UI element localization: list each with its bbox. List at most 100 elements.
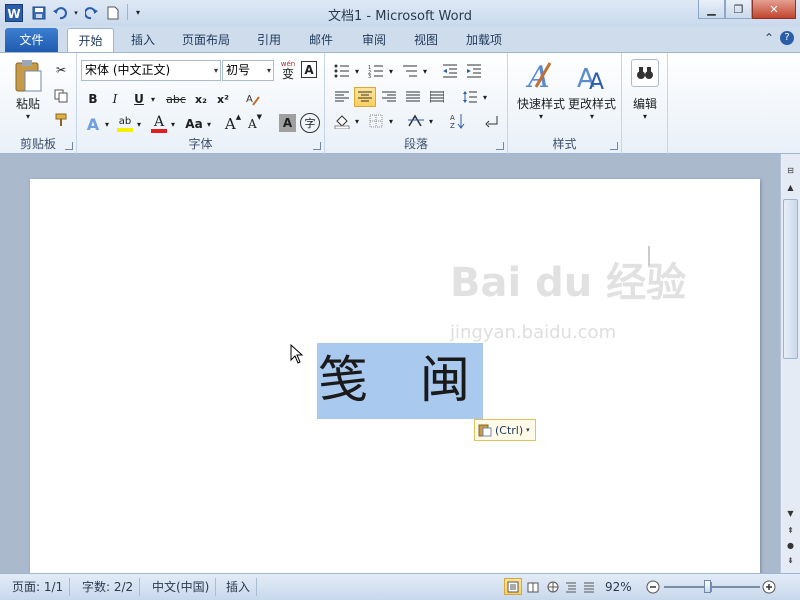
browse-object-icon[interactable]: ● <box>781 539 800 553</box>
paste-options-button[interactable]: (Ctrl) ▾ <box>474 419 536 441</box>
subscript-button[interactable]: x₂ <box>191 89 211 109</box>
multilevel-list-dropdown-icon[interactable]: ▾ <box>421 61 429 81</box>
styles-dialog-launcher[interactable] <box>610 142 618 150</box>
vertical-scrollbar[interactable]: ⊟ ▲ ▼ ⇞ ● ⇟ <box>780 154 800 573</box>
text-effects-button[interactable]: A <box>83 113 103 135</box>
document-char-1[interactable]: 笺 <box>318 348 368 412</box>
shading-dropdown-icon[interactable]: ▾ <box>353 111 361 131</box>
shading-icon[interactable] <box>331 111 353 131</box>
next-page-icon[interactable]: ⇟ <box>781 554 800 568</box>
line-spacing-dropdown-icon[interactable]: ▾ <box>481 87 489 107</box>
change-case-button[interactable]: Aa <box>183 113 205 135</box>
character-shading-button[interactable]: A <box>279 114 296 132</box>
font-color-button[interactable]: A <box>149 113 169 135</box>
justify-icon[interactable] <box>402 87 424 107</box>
font-size-combo[interactable]: 初号 ▾ <box>222 60 274 81</box>
minimize-ribbon-icon[interactable]: ⌃ <box>764 31 774 45</box>
format-painter-icon[interactable] <box>52 111 70 129</box>
status-language[interactable]: 中文(中国) <box>146 578 217 596</box>
tab-view[interactable]: 视图 <box>404 28 448 52</box>
minimize-icon[interactable]: ▁ <box>698 0 725 19</box>
cut-icon[interactable]: ✂ <box>52 61 70 79</box>
tab-addins[interactable]: 加载项 <box>458 28 510 52</box>
borders-dropdown-icon[interactable]: ▾ <box>387 111 395 131</box>
align-center-icon[interactable] <box>354 87 376 107</box>
bullets-dropdown-icon[interactable]: ▾ <box>353 61 361 81</box>
highlight-dropdown-icon[interactable]: ▾ <box>135 113 143 135</box>
scroll-up-icon[interactable]: ▲ <box>781 181 800 195</box>
scroll-down-icon[interactable]: ▼ <box>781 507 800 521</box>
chinese-layout-icon[interactable] <box>405 111 427 131</box>
italic-button[interactable]: I <box>105 89 125 109</box>
zoom-out-icon[interactable] <box>644 578 662 595</box>
shrink-font-button[interactable]: A ▼ <box>245 113 265 135</box>
phonetic-guide-button[interactable]: wén 变 <box>278 59 298 81</box>
character-border-button[interactable]: A <box>301 61 317 78</box>
font-color-dropdown-icon[interactable]: ▾ <box>169 113 177 135</box>
ruler-toggle-icon[interactable]: ⊟ <box>781 164 800 178</box>
grow-font-button[interactable]: A ▲ <box>223 113 243 135</box>
change-styles-button[interactable]: AA 更改样式 ▾ <box>566 59 618 121</box>
web-layout-icon[interactable] <box>544 578 562 595</box>
status-word-count[interactable]: 字数: 2/2 <box>76 578 141 596</box>
highlight-button[interactable]: ab <box>115 113 135 135</box>
underline-button[interactable]: U <box>129 89 149 109</box>
underline-dropdown-icon[interactable]: ▾ <box>149 89 157 109</box>
clipboard-dialog-launcher[interactable] <box>65 142 73 150</box>
outline-view-icon[interactable] <box>562 578 580 595</box>
text-effects-dropdown-icon[interactable]: ▾ <box>103 113 111 135</box>
editing-button[interactable]: 编辑 ▾ <box>628 59 662 121</box>
font-name-combo[interactable]: 宋体 (中文正文) ▾ <box>81 60 221 81</box>
quick-styles-button[interactable]: A 快速样式 ▾ <box>514 59 568 121</box>
tab-file[interactable]: 文件 <box>5 28 58 52</box>
decrease-indent-icon[interactable] <box>439 61 461 81</box>
close-icon[interactable]: ✕ <box>752 0 796 19</box>
distributed-icon[interactable] <box>426 87 448 107</box>
copy-icon[interactable] <box>52 87 70 105</box>
font-dialog-launcher[interactable] <box>313 142 321 150</box>
print-layout-view-icon[interactable] <box>504 578 522 595</box>
increase-indent-icon[interactable] <box>463 61 485 81</box>
document-char-2[interactable]: 闽 <box>420 348 470 412</box>
tab-home[interactable]: 开始 <box>67 28 114 52</box>
align-right-icon[interactable] <box>378 87 400 107</box>
quick-styles-dropdown-icon[interactable]: ▾ <box>539 112 543 121</box>
restore-icon[interactable]: ❐ <box>725 0 752 19</box>
borders-icon[interactable] <box>365 111 387 131</box>
chinese-layout-dropdown-icon[interactable]: ▾ <box>427 111 435 131</box>
help-icon[interactable]: ? <box>780 31 794 45</box>
paste-dropdown-icon[interactable]: ▾ <box>26 112 30 121</box>
draft-view-icon[interactable] <box>580 578 598 595</box>
editing-dropdown-icon[interactable]: ▾ <box>643 112 647 121</box>
zoom-in-icon[interactable] <box>760 578 778 595</box>
strikethrough-button[interactable]: abc <box>163 89 189 109</box>
line-spacing-icon[interactable] <box>459 87 481 107</box>
tab-references[interactable]: 引用 <box>248 28 290 52</box>
font-size-dropdown-icon[interactable]: ▾ <box>267 61 271 80</box>
numbering-dropdown-icon[interactable]: ▾ <box>387 61 395 81</box>
superscript-button[interactable]: x² <box>213 89 233 109</box>
change-case-dropdown-icon[interactable]: ▾ <box>205 113 213 135</box>
change-styles-dropdown-icon[interactable]: ▾ <box>590 112 594 121</box>
zoom-slider-track[interactable] <box>664 586 760 588</box>
status-page[interactable]: 页面: 1/1 <box>6 578 71 596</box>
font-name-dropdown-icon[interactable]: ▾ <box>214 61 218 80</box>
full-screen-reading-icon[interactable] <box>524 578 542 595</box>
tab-mailings[interactable]: 邮件 <box>300 28 342 52</box>
paste-button[interactable]: 粘贴 ▾ <box>8 59 48 121</box>
previous-page-icon[interactable]: ⇞ <box>781 524 800 538</box>
zoom-slider-thumb[interactable] <box>704 580 711 593</box>
tab-insert[interactable]: 插入 <box>122 28 164 52</box>
paragraph-dialog-launcher[interactable] <box>496 142 504 150</box>
tab-review[interactable]: 审阅 <box>352 28 396 52</box>
status-insert-mode[interactable]: 插入 <box>220 578 258 596</box>
enclose-characters-button[interactable]: 字 <box>300 113 320 133</box>
tab-page-layout[interactable]: 页面布局 <box>174 28 238 52</box>
zoom-level[interactable]: 92% <box>605 578 632 596</box>
numbering-icon[interactable]: 123 <box>365 61 387 81</box>
show-hide-marks-icon[interactable] <box>481 111 503 131</box>
sort-icon[interactable]: AZ <box>447 111 469 131</box>
clear-formatting-icon[interactable]: A <box>243 89 263 109</box>
bold-button[interactable]: B <box>83 89 103 109</box>
scroll-thumb[interactable] <box>783 199 798 359</box>
